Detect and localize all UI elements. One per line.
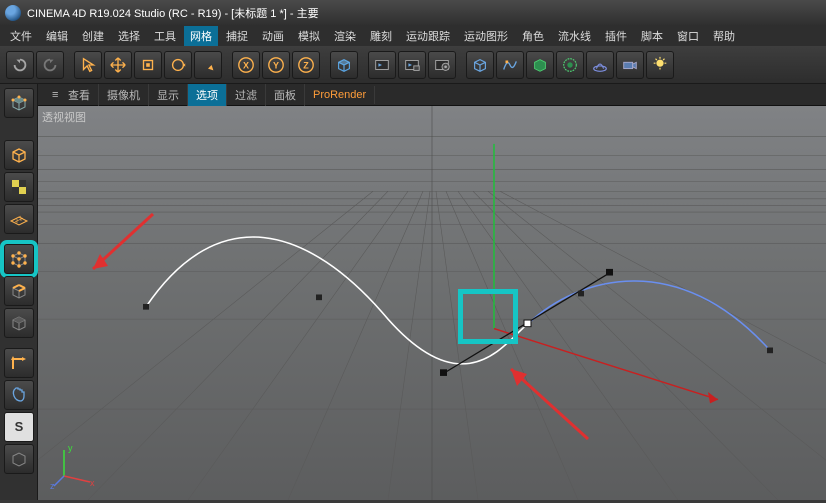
menubar: 文件 编辑 创建 选择 工具 网格 捕捉 动画 模拟 渲染 雕刻 运动跟踪 运动… [0,26,826,46]
menu-snap[interactable]: 捕捉 [220,26,254,46]
svg-text:Y: Y [273,60,279,70]
axis-mode-button[interactable] [4,348,34,378]
menu-plugins[interactable]: 插件 [599,26,633,46]
menu-edit[interactable]: 编辑 [40,26,74,46]
point-mode-button[interactable] [4,244,34,274]
menu-motiontrack[interactable]: 运动跟踪 [400,26,456,46]
spline-point[interactable] [767,348,773,354]
model-mode-button[interactable] [4,140,34,170]
vp-tab-prorender[interactable]: ProRender [305,86,375,104]
axis-y-button[interactable]: Y [262,51,290,79]
generator-button[interactable] [526,51,554,79]
annotation-arrow-1 [78,204,168,284]
render-picture-button[interactable] [398,51,426,79]
vp-tab-display[interactable]: 显示 [149,84,188,106]
primitive-button[interactable] [466,51,494,79]
move-tool[interactable] [104,51,132,79]
tweak-mode-button[interactable] [4,380,34,410]
svg-text:z: z [50,481,55,490]
viewport-label: 透视视图 [42,109,86,125]
spline-button[interactable] [496,51,524,79]
menu-sim[interactable]: 模拟 [292,26,326,46]
menu-help[interactable]: 帮助 [707,26,741,46]
edge-mode-button[interactable] [4,276,34,306]
environment-button[interactable] [586,51,614,79]
render-view-button[interactable] [368,51,396,79]
polygon-mode-button[interactable] [4,308,34,338]
vp-tab-panel[interactable]: 面板 [266,84,305,106]
texture-mode-button[interactable] [4,172,34,202]
scale-tool[interactable] [134,51,162,79]
svg-text:S: S [14,419,23,434]
viewport-canvas[interactable] [38,106,826,500]
menu-file[interactable]: 文件 [4,26,38,46]
redo-button[interactable] [36,51,64,79]
svg-text:y: y [68,443,73,453]
menu-sculpt[interactable]: 雕刻 [364,26,398,46]
vp-tab-camera[interactable]: 摄像机 [99,84,149,106]
camera-button[interactable] [616,51,644,79]
menu-anim[interactable]: 动画 [256,26,290,46]
spline-point[interactable] [578,291,584,297]
select-tool[interactable] [74,51,102,79]
rotate-tool[interactable] [164,51,192,79]
svg-text:x: x [90,478,95,488]
menu-mesh[interactable]: 网格 [184,26,218,46]
soft-select-button[interactable] [4,444,34,474]
vp-tab-options[interactable]: 选项 [188,84,227,106]
make-editable-button[interactable] [4,88,34,118]
spline-segment-white[interactable] [146,237,528,364]
window-title: CINEMA 4D R19.024 Studio (RC - R19) - [未… [27,5,319,21]
menu-mograph[interactable]: 运动图形 [458,26,514,46]
undo-button[interactable] [6,51,34,79]
axis-gizmo: y x z [50,442,98,490]
spline-point[interactable] [143,304,149,310]
spline-point-selected[interactable] [524,320,531,327]
viewport[interactable]: ≡ 查看 摄像机 显示 选项 过滤 面板 ProRender 透视视图 [38,84,826,500]
deformer-button[interactable] [556,51,584,79]
cube-primitive-button[interactable] [330,51,358,79]
svg-text:X: X [243,60,249,70]
workplane-mode-button[interactable] [4,204,34,234]
toolbar: X Y Z [0,46,826,84]
titlebar: CINEMA 4D R19.024 Studio (RC - R19) - [未… [0,0,826,26]
vp-tab-filter[interactable]: 过滤 [227,84,266,106]
menu-window[interactable]: 窗口 [671,26,705,46]
content-area: S ≡ 查看 摄像机 显示 选项 过滤 面板 ProRender 透视视图 [0,84,826,500]
annotation-arrow-2 [493,354,603,454]
menu-tools[interactable]: 工具 [148,26,182,46]
menu-create[interactable]: 创建 [76,26,110,46]
menu-scripts[interactable]: 脚本 [635,26,669,46]
render-settings-button[interactable] [428,51,456,79]
last-tool[interactable] [194,51,222,79]
left-toolbar: S [0,84,38,500]
viewport-tabs: ≡ 查看 摄像机 显示 选项 过滤 面板 ProRender [38,84,826,106]
menu-pipeline[interactable]: 流水线 [552,26,597,46]
menu-select[interactable]: 选择 [112,26,146,46]
vp-tab-view[interactable]: 查看 [60,84,99,106]
light-button[interactable] [646,51,674,79]
snap-button[interactable]: S [4,412,34,442]
app-icon [5,5,21,21]
menu-character[interactable]: 角色 [516,26,550,46]
axis-x-button[interactable]: X [232,51,260,79]
menu-render[interactable]: 渲染 [328,26,362,46]
spline-point[interactable] [316,294,322,300]
axis-z-button[interactable]: Z [292,51,320,79]
svg-text:Z: Z [303,60,309,70]
